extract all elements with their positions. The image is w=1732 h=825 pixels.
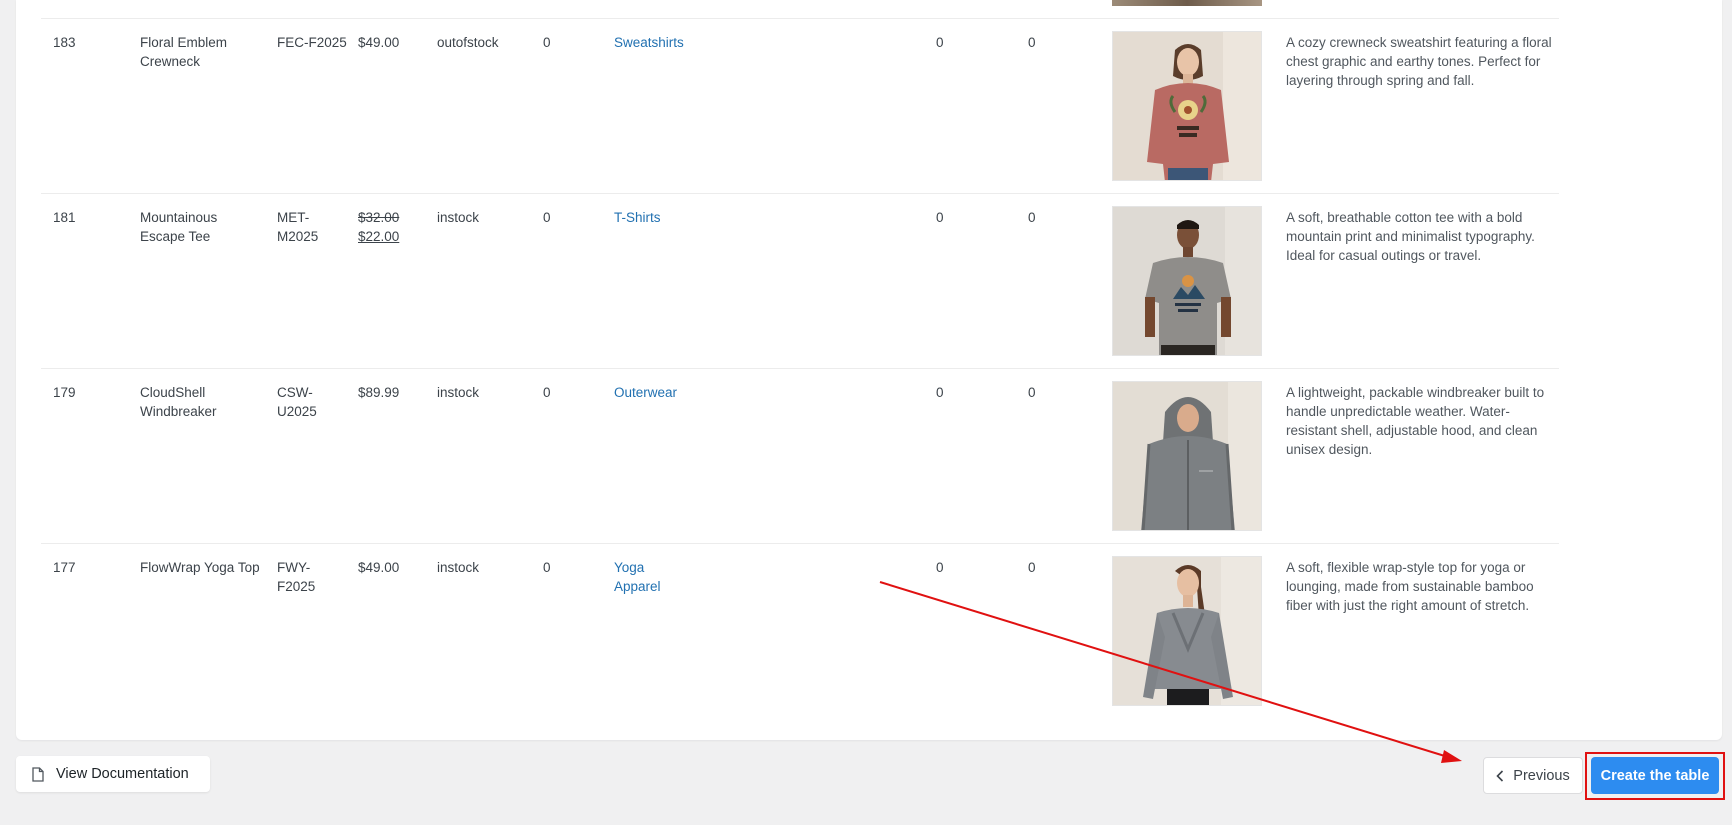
cell-id: 177: [53, 560, 76, 575]
category-link[interactable]: Sweatshirts: [614, 35, 684, 50]
cell-quantity-b: 0: [936, 385, 944, 400]
cell-description: A soft, breathable cotton tee with a bol…: [1286, 210, 1535, 263]
price-regular-struck: $32.00: [358, 210, 400, 225]
cell-name: Floral Emblem Crewneck: [140, 35, 228, 69]
cell-description: A lightweight, packable windbreaker buil…: [1286, 385, 1545, 457]
cell-sku: MET-M2025: [277, 210, 319, 244]
cell-category: Outerwear: [614, 383, 744, 402]
cell-quantity-c: 0: [1028, 35, 1036, 50]
cell-stock-status: instock: [437, 385, 480, 400]
product-image: [1112, 31, 1262, 181]
cell-category: T-Shirts: [614, 208, 744, 227]
cell-stock-status: outofstock: [437, 35, 499, 50]
product-image: [1112, 556, 1262, 706]
product-image: [1112, 381, 1262, 531]
price-regular: $49.00: [358, 560, 400, 575]
cell-id: 179: [53, 385, 76, 400]
cell-stock-status: instock: [437, 560, 480, 575]
category-link[interactable]: Yoga Apparel: [614, 560, 661, 594]
previous-label: Previous: [1513, 767, 1570, 784]
cell-quantity-c: 0: [1028, 385, 1036, 400]
cell-quantity-c: 0: [1028, 560, 1036, 575]
chevron-left-icon: [1496, 769, 1504, 782]
cell-quantity-a: 0: [543, 210, 551, 225]
file-icon: [32, 766, 44, 782]
cell-category: Yoga Apparel: [614, 558, 674, 596]
view-documentation-label: View Documentation: [56, 766, 189, 782]
products-table-card: 183 Floral Emblem Crewneck FEC-F2025 $49…: [16, 0, 1722, 740]
cell-name: CloudShell Windbreaker: [140, 385, 217, 419]
price-regular: $89.99: [358, 385, 400, 400]
annotation-highlight-box: [1585, 752, 1725, 800]
category-link[interactable]: Outerwear: [614, 385, 677, 400]
cell-description: A cozy crewneck sweatshirt featuring a f…: [1286, 35, 1552, 88]
table-row: 183 Floral Emblem Crewneck FEC-F2025 $49…: [16, 18, 1722, 193]
cell-name: Mountainous Escape Tee: [140, 210, 218, 244]
cell-sku: FEC-F2025: [277, 35, 347, 50]
cell-description: A soft, flexible wrap-style top for yoga…: [1286, 560, 1534, 613]
cell-stock-status: instock: [437, 210, 480, 225]
product-image: [1112, 206, 1262, 356]
cell-price: $49.00: [358, 558, 428, 577]
cell-price: $89.99: [358, 383, 428, 402]
cell-price: $32.00 $22.00: [358, 208, 428, 246]
cell-sku: FWY-F2025: [277, 560, 316, 594]
cell-quantity-a: 0: [543, 35, 551, 50]
previous-row-image-edge: [1112, 0, 1262, 6]
cell-quantity-a: 0: [543, 560, 551, 575]
cell-quantity-a: 0: [543, 385, 551, 400]
price-regular: $49.00: [358, 35, 400, 50]
table-row: 181 Mountainous Escape Tee MET-M2025 $32…: [16, 193, 1722, 368]
cell-quantity-b: 0: [936, 210, 944, 225]
cell-id: 183: [53, 35, 76, 50]
cell-quantity-c: 0: [1028, 210, 1036, 225]
cell-id: 181: [53, 210, 76, 225]
table-row: 177 FlowWrap Yoga Top FWY-F2025 $49.00 i…: [16, 543, 1722, 718]
cell-sku: CSW-U2025: [277, 385, 317, 419]
cell-name: FlowWrap Yoga Top: [140, 560, 260, 575]
category-link[interactable]: T-Shirts: [614, 210, 661, 225]
view-documentation-button[interactable]: View Documentation: [16, 756, 210, 792]
cell-quantity-b: 0: [936, 35, 944, 50]
cell-quantity-b: 0: [936, 560, 944, 575]
table-row: 179 CloudShell Windbreaker CSW-U2025 $89…: [16, 368, 1722, 543]
cell-category: Sweatshirts: [614, 33, 744, 52]
price-sale: $22.00: [358, 229, 400, 244]
previous-button[interactable]: Previous: [1483, 757, 1583, 794]
cell-price: $49.00: [358, 33, 428, 52]
